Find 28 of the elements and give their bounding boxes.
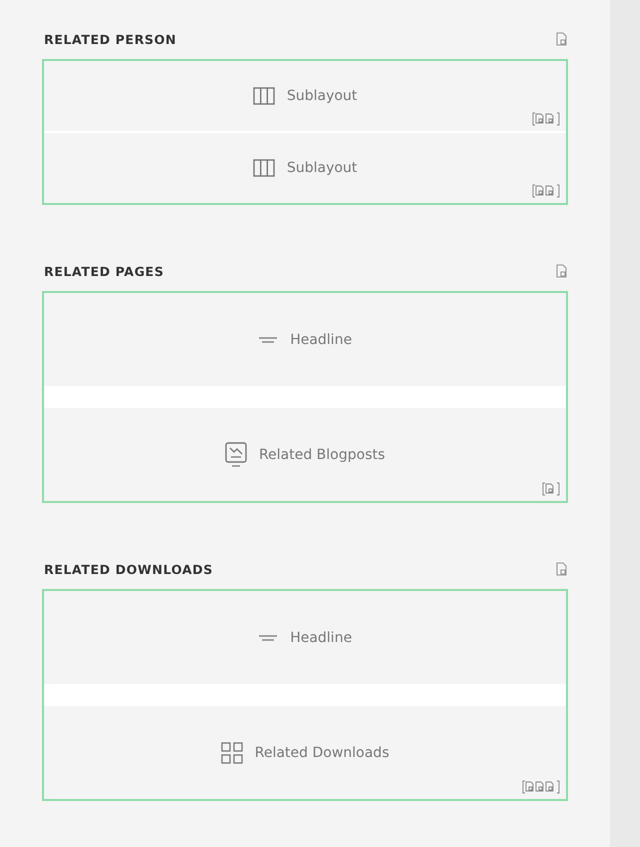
rendering-block[interactable]: Related Downloads [44, 706, 566, 799]
rendering-label: Related Blogposts [258, 446, 386, 462]
rendering-block[interactable]: Related Blogposts [44, 408, 566, 501]
rendering-label: Headline [290, 332, 352, 348]
rendering-block[interactable]: Sublayout [44, 133, 566, 203]
grid-icon [220, 742, 243, 764]
lines-icon [258, 634, 278, 642]
datasource-indicator-icon [522, 780, 560, 794]
page-icon[interactable] [555, 562, 568, 576]
page-icon[interactable] [555, 264, 568, 278]
datasource-indicator-icon [542, 482, 560, 496]
rendering-block[interactable]: Sublayout [44, 61, 566, 131]
rendering-label: Sublayout [286, 160, 358, 176]
section-title: RELATED DOWNLOADS [44, 562, 213, 576]
monitor-icon [224, 442, 247, 468]
datasource-indicator-icon [532, 112, 560, 126]
rendering-block[interactable]: Headline [44, 293, 566, 386]
columns-icon [252, 159, 275, 177]
page-icon[interactable] [555, 32, 568, 46]
lines-icon [258, 336, 278, 344]
rendering-label: Headline [290, 630, 352, 646]
section-title: RELATED PERSON [44, 32, 176, 46]
rendering-block[interactable]: Headline [44, 591, 566, 684]
columns-icon [252, 87, 275, 105]
rendering-label: Sublayout [286, 88, 358, 104]
rendering-label: Related Downloads [254, 744, 390, 760]
datasource-indicator-icon [532, 184, 560, 198]
section-title: RELATED PAGES [44, 264, 164, 278]
